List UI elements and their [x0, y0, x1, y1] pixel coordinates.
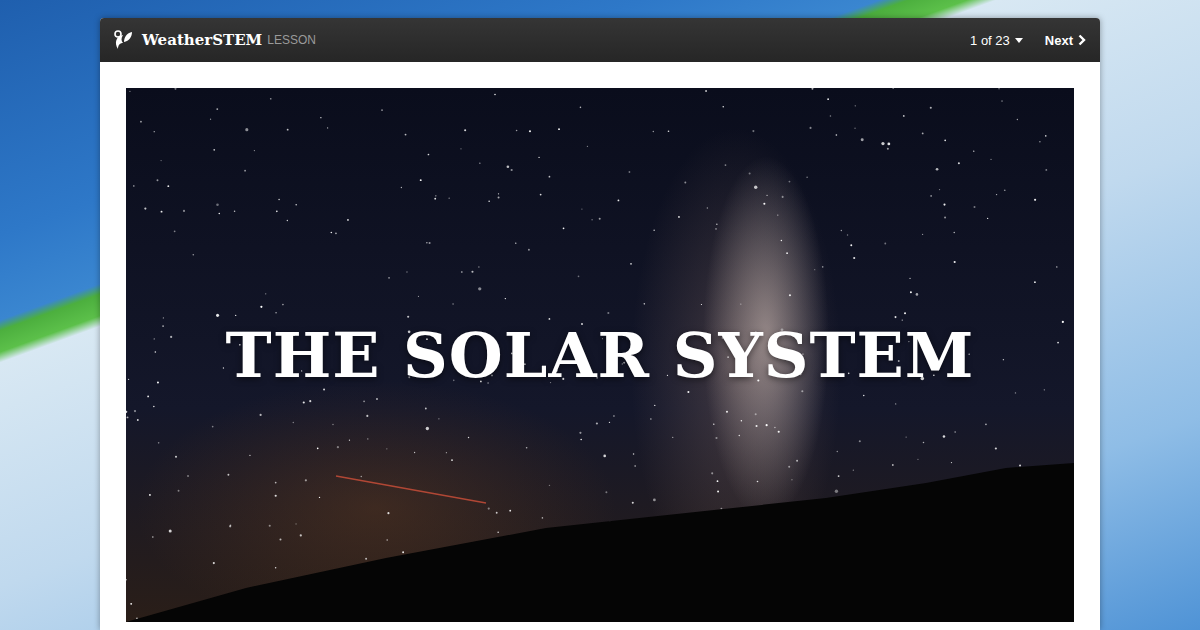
caret-down-icon [1015, 38, 1023, 43]
lesson-header: WeatherSTEM LESSON 1 of 23 Next [100, 18, 1100, 62]
slide-title: THE SOLAR SYSTEM [226, 319, 975, 392]
chevron-right-icon [1078, 34, 1086, 46]
brand[interactable]: WeatherSTEM LESSON [112, 29, 316, 51]
lesson-body: THE SOLAR SYSTEM [100, 62, 1100, 630]
page-dropdown[interactable]: 1 of 23 [970, 29, 1023, 52]
brand-name: WeatherSTEM [142, 31, 262, 49]
slide-image: THE SOLAR SYSTEM [126, 88, 1074, 622]
lesson-nav: 1 of 23 Next [970, 29, 1086, 52]
weatherstem-logo-icon [112, 29, 134, 51]
section-label: LESSON [267, 33, 316, 47]
page-background: WeatherSTEM LESSON 1 of 23 Next THE SOLA… [0, 0, 1200, 630]
next-button[interactable]: Next [1045, 29, 1086, 52]
lesson-window: WeatherSTEM LESSON 1 of 23 Next THE SOLA… [100, 18, 1100, 630]
